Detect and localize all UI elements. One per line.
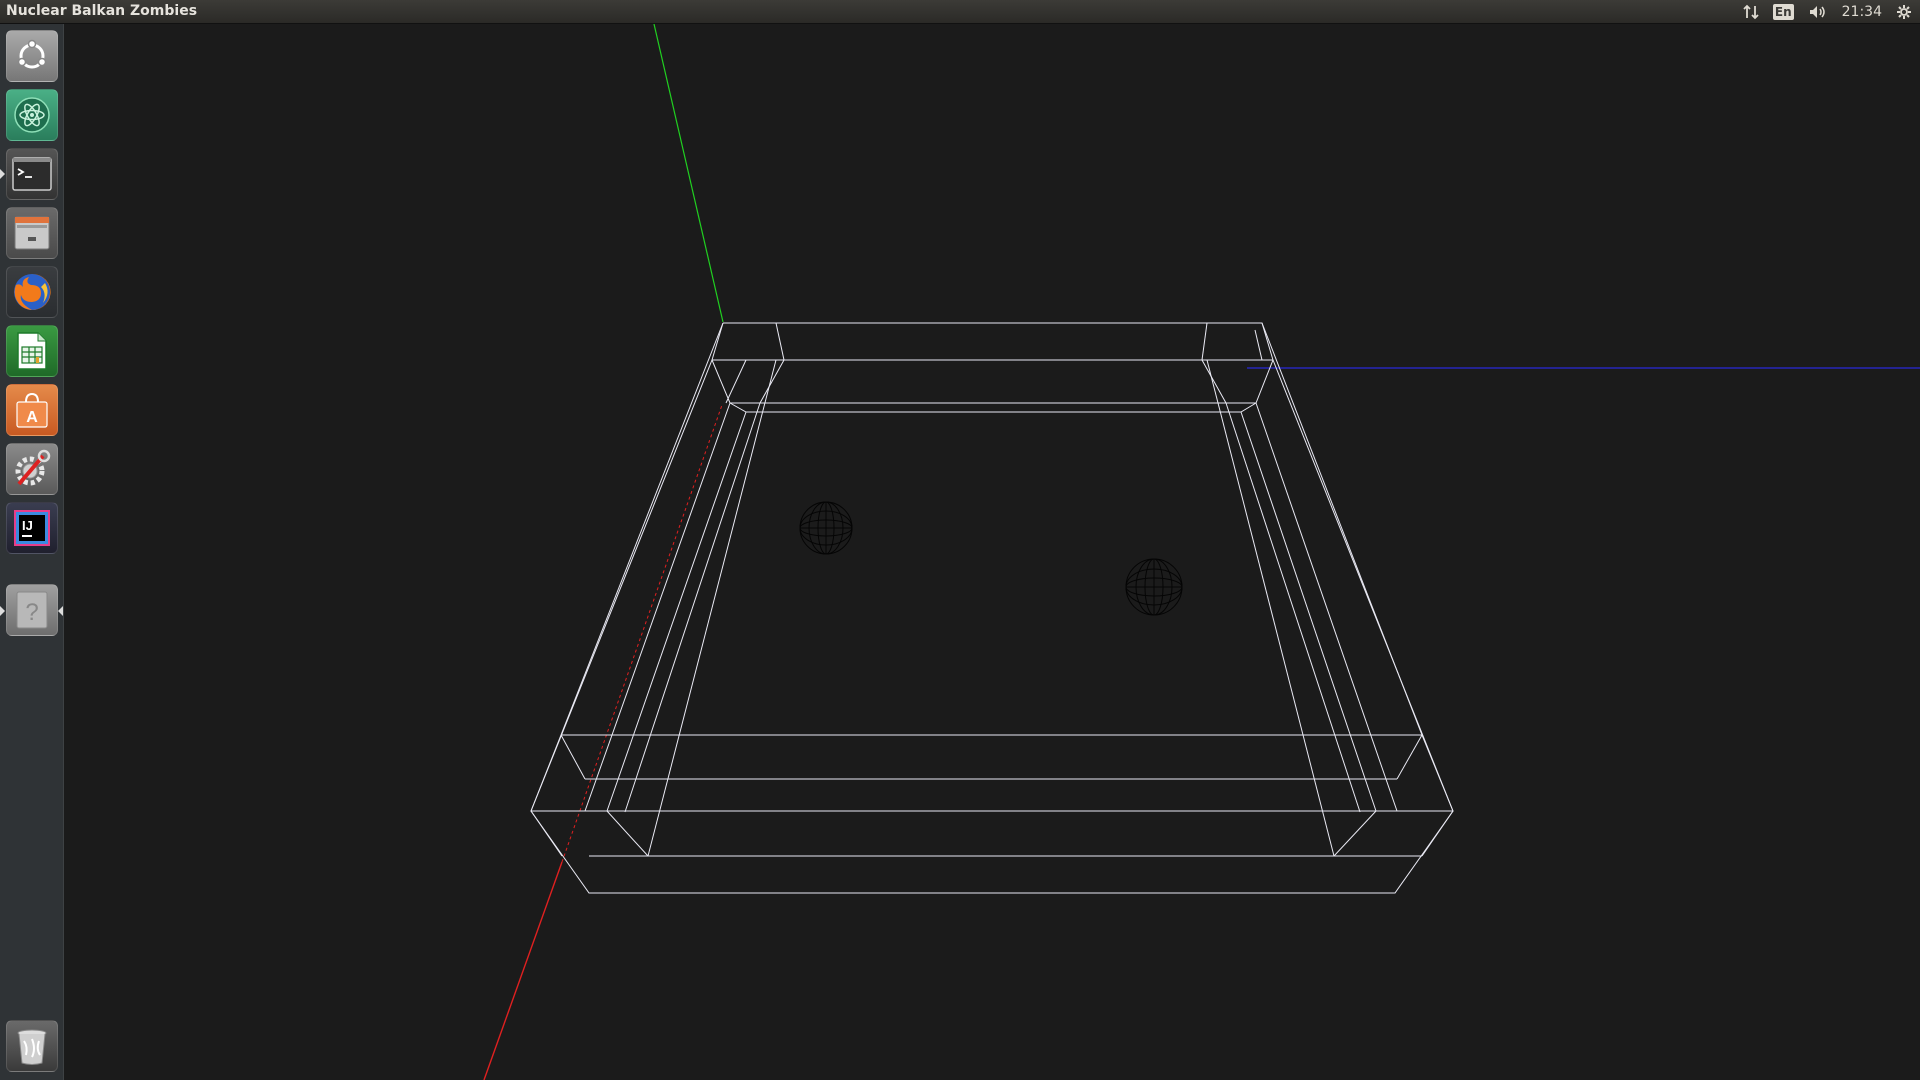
volume-icon[interactable]	[1808, 4, 1828, 20]
launcher-item-settings[interactable]	[6, 443, 58, 495]
zombie-sphere	[799, 501, 853, 555]
launcher-item-trash[interactable]	[6, 1020, 58, 1072]
running-indicator	[0, 169, 5, 179]
player-sphere	[1125, 558, 1183, 616]
launcher-item-software[interactable]: A	[6, 384, 58, 436]
launcher-item-firefox[interactable]	[6, 266, 58, 318]
focused-indicator	[58, 606, 63, 616]
session-gear-icon[interactable]	[1896, 4, 1912, 20]
file-cabinet-icon	[14, 216, 50, 250]
x-axis-line-hidden	[561, 404, 723, 863]
arena-wireframe	[530, 322, 1454, 894]
top-panel: Nuclear Balkan Zombies En 21:34	[0, 0, 1920, 24]
trash-icon	[17, 1029, 47, 1065]
launcher-item-dash[interactable]	[6, 30, 58, 82]
svg-text:A: A	[26, 409, 38, 426]
system-tray: En 21:34	[1743, 0, 1920, 24]
firefox-icon	[14, 273, 51, 310]
launcher-item-atom[interactable]	[6, 89, 58, 141]
launcher-item-unknown[interactable]: ?	[6, 584, 58, 636]
terminal-icon	[12, 157, 52, 191]
running-indicator	[0, 606, 5, 616]
intellij-icon: IJ	[14, 510, 50, 546]
y-axis-line	[653, 24, 724, 323]
software-bag-icon: A	[16, 392, 48, 428]
launcher-item-calc[interactable]	[6, 325, 58, 377]
network-icon[interactable]	[1743, 4, 1759, 20]
atom-icon	[14, 97, 50, 133]
x-axis-line	[483, 861, 563, 1080]
question-icon: ?	[16, 591, 48, 629]
svg-text:?: ?	[25, 599, 38, 626]
ubuntu-logo-icon	[17, 39, 47, 69]
launcher-item-terminal[interactable]	[6, 148, 58, 200]
gear-wrench-icon	[15, 449, 51, 486]
launcher: A IJ ?	[0, 24, 64, 1080]
clock[interactable]: 21:34	[1842, 4, 1882, 20]
launcher-item-intellij[interactable]: IJ	[6, 502, 58, 554]
spreadsheet-icon	[17, 332, 47, 370]
keyboard-layout-indicator[interactable]: En	[1772, 4, 1794, 20]
launcher-item-files[interactable]	[6, 207, 58, 259]
app-title: Nuclear Balkan Zombies	[6, 3, 198, 19]
svg-text:IJ: IJ	[22, 518, 33, 533]
3d-viewport[interactable]	[64, 24, 1920, 1080]
